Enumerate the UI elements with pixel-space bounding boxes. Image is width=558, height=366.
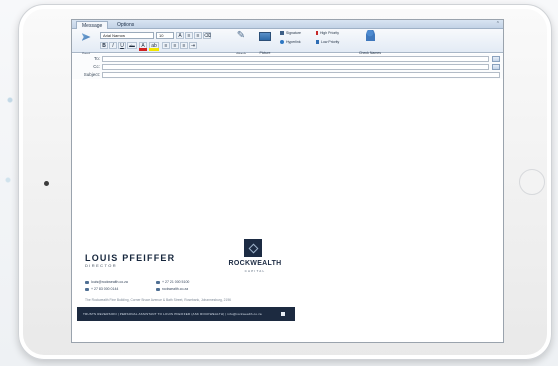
signature-label: Signature <box>286 31 301 35</box>
bold-button[interactable]: B <box>100 42 108 49</box>
message-body[interactable]: LOUIS PFEIFFER DIRECTOR ROCKWEALTH CAPIT… <box>72 80 503 342</box>
address-fields: To: Cc: Subject: <box>72 54 503 79</box>
hyperlink-label: Hyperlink <box>286 40 301 44</box>
ribbon-tabs: Message Options ⌃ <box>72 20 503 29</box>
strikethrough-button[interactable]: abc <box>127 42 137 49</box>
globe-icon <box>156 287 160 291</box>
contact-phone: + 27 21 000 5100 <box>156 280 189 284</box>
align-right-button[interactable]: ≡ <box>180 42 188 49</box>
to-row: To: <box>72 55 503 63</box>
banner-text: TRUSTS REVERSION | PERSONAL ASSISTANT TO… <box>83 312 262 316</box>
ribbon-toolbar: Send Arial Narrow 10 A ≡ ≡ ⌫ B I U abc A… <box>72 29 503 56</box>
ribbon-collapse-icon[interactable]: ⌃ <box>496 21 500 27</box>
italic-button[interactable]: I <box>109 42 117 49</box>
mountain-icon <box>248 243 259 254</box>
align-center-button[interactable]: ≡ <box>171 42 179 49</box>
cc-row: Cc: <box>72 63 503 71</box>
contact-mobile: + 27 83 000 0144 <box>85 287 118 291</box>
globe-icon <box>280 40 284 45</box>
contact-phone-text: + 27 21 000 5100 <box>162 280 190 284</box>
subject-row: Subject: <box>72 71 503 79</box>
signature-name: LOUIS PFEIFFER <box>85 253 176 263</box>
align-left-button[interactable]: ≡ <box>162 42 170 49</box>
hyperlink-button[interactable]: Hyperlink <box>280 40 301 45</box>
exclamation-icon <box>316 31 318 36</box>
indent-button[interactable]: ⇥ <box>189 42 197 49</box>
contact-email[interactable]: louis@rockwealth.co.za <box>85 280 128 284</box>
send-button[interactable]: Send <box>77 32 95 56</box>
numbering-button[interactable]: ≡ <box>194 32 202 39</box>
mail-icon <box>85 280 89 284</box>
high-priority-button[interactable]: High Priority <box>316 31 339 36</box>
signature-icon <box>280 31 284 36</box>
clear-format-button[interactable]: ⌫ <box>203 32 211 39</box>
high-priority-label: High Priority <box>320 31 340 35</box>
contact-website-text: rockwealth.co.za <box>162 287 189 291</box>
signature-button[interactable]: Signature <box>280 31 301 36</box>
paperclip-icon: ✎ <box>236 30 246 41</box>
phone-icon <box>156 280 160 284</box>
contact-mobile-text: + 27 83 000 0144 <box>91 287 119 291</box>
background-stage: Message Options ⌃ Send Arial Narrow 10 A… <box>0 0 558 366</box>
send-icon <box>81 33 91 41</box>
bullets-button[interactable]: ≡ <box>185 32 193 39</box>
tab-options[interactable]: Options <box>112 21 139 29</box>
subject-label: Subject: <box>83 72 100 77</box>
contact-website[interactable]: rockwealth.co.za <box>156 287 188 291</box>
picture-icon <box>259 32 271 41</box>
signature-title: DIRECTOR <box>85 263 118 268</box>
subject-input[interactable] <box>102 72 500 78</box>
logo-name: ROCKWEALTH <box>228 260 282 267</box>
home-button[interactable] <box>519 169 545 195</box>
address-book-icon[interactable] <box>492 56 500 62</box>
low-priority-button[interactable]: Low Priority <box>316 40 339 45</box>
font-color-swatch <box>139 48 147 51</box>
tab-message[interactable]: Message <box>76 21 109 29</box>
font-size-select[interactable]: 10 <box>156 32 174 39</box>
camera-icon <box>44 181 49 186</box>
arrow-down-icon <box>316 40 319 45</box>
company-logo: ROCKWEALTH CAPITAL <box>220 239 290 275</box>
logo-subtitle: CAPITAL <box>244 269 266 273</box>
signature-banner: TRUSTS REVERSION | PERSONAL ASSISTANT TO… <box>77 307 295 321</box>
contact-email-text: louis@rockwealth.co.za <box>91 280 128 284</box>
logo-mark-box <box>244 239 262 257</box>
font-name-select[interactable]: Arial Narrow <box>100 32 154 39</box>
to-label: To: <box>93 56 100 61</box>
underline-button[interactable]: U <box>118 42 126 49</box>
people-icon <box>365 30 375 41</box>
cc-label: Cc: <box>93 64 100 69</box>
banner-square-icon <box>281 312 285 316</box>
grow-font-button[interactable]: A <box>176 32 184 39</box>
address-book-icon[interactable] <box>492 64 500 70</box>
office-address: The Rockwealth Fine Building, Corner Bru… <box>85 298 232 302</box>
cc-input[interactable] <box>102 64 489 70</box>
low-priority-label: Low Priority <box>321 40 340 44</box>
email-compose-window: Message Options ⌃ Send Arial Narrow 10 A… <box>71 19 504 343</box>
highlight-swatch <box>149 48 159 51</box>
to-input[interactable] <box>102 56 489 62</box>
mobile-icon <box>85 287 89 291</box>
